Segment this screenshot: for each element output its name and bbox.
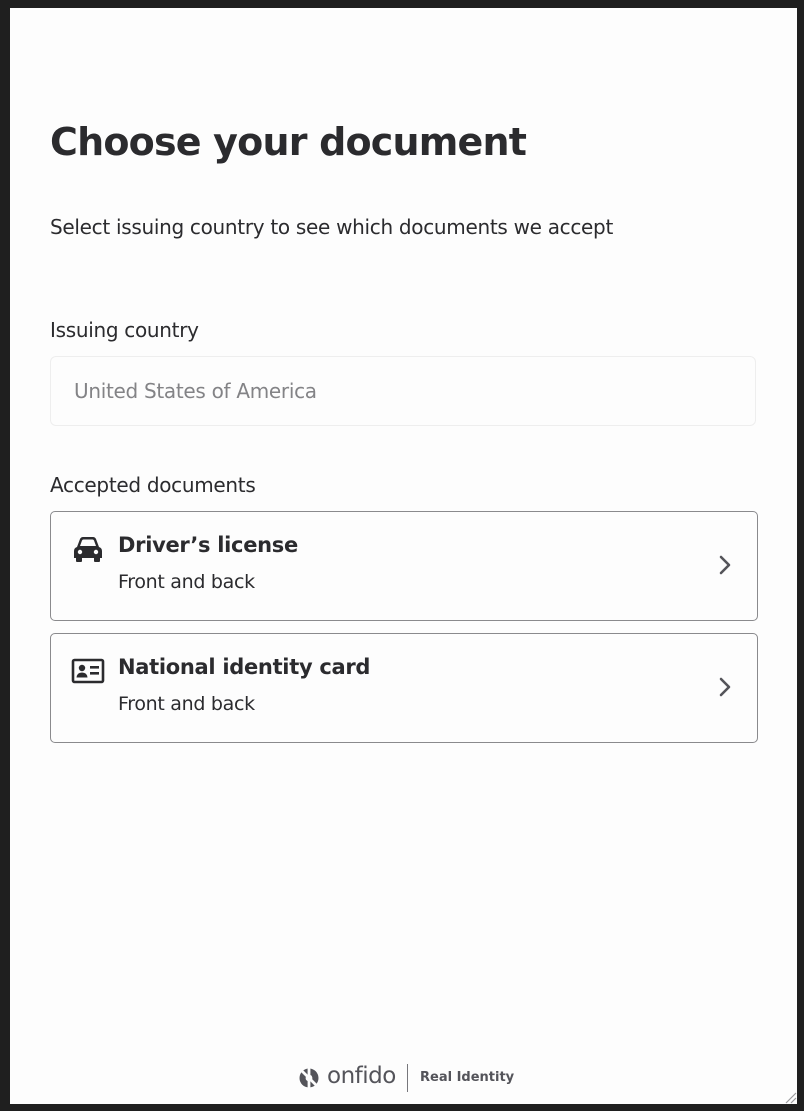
resize-grip-icon[interactable] [781, 1088, 797, 1104]
document-selection-window: Choose your document Select issuing coun… [10, 8, 797, 1104]
accepted-documents-label: Accepted documents [50, 473, 256, 497]
id-card-icon [71, 658, 105, 684]
national-identity-card-option[interactable]: National identity card Front and back [50, 633, 758, 743]
chevron-right-icon [719, 677, 731, 697]
national-identity-card-title: National identity card [118, 655, 371, 679]
page-title: Choose your document [50, 120, 527, 164]
footer-branding: onfido Real Identity [298, 1063, 528, 1093]
national-identity-card-subtitle: Front and back [118, 693, 255, 715]
issuing-country-label: Issuing country [50, 318, 199, 342]
footer-brand: onfido [327, 1063, 396, 1089]
footer-tagline: Real Identity [420, 1070, 515, 1085]
page-subtitle: Select issuing country to see which docu… [50, 215, 613, 239]
drivers-license-subtitle: Front and back [118, 571, 255, 593]
footer-divider [407, 1064, 408, 1092]
issuing-country-input[interactable] [50, 356, 756, 426]
onfido-logo-icon [299, 1067, 319, 1089]
chevron-right-icon [719, 555, 731, 575]
car-icon [74, 537, 102, 562]
drivers-license-option[interactable]: Driver’s license Front and back [50, 511, 758, 621]
drivers-license-title: Driver’s license [118, 533, 298, 557]
